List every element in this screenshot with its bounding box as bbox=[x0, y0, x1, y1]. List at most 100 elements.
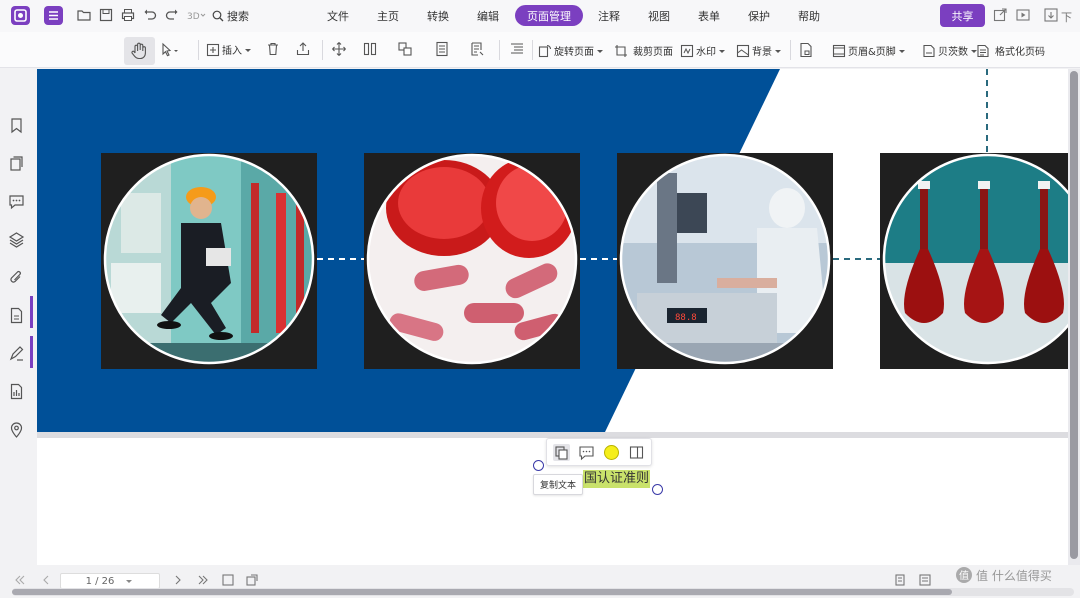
move-page-button[interactable] bbox=[331, 41, 347, 57]
download-label[interactable]: 下 bbox=[1061, 9, 1072, 25]
split-icon bbox=[363, 42, 377, 56]
chevron-down-icon bbox=[245, 48, 251, 52]
chevron-down-icon bbox=[898, 49, 905, 53]
vertical-scrollbar[interactable] bbox=[1068, 69, 1080, 565]
menu-page-manage[interactable]: 页面管理 bbox=[515, 5, 583, 26]
photo-capsules bbox=[364, 153, 580, 369]
next-page-icon[interactable] bbox=[172, 574, 184, 589]
text-box-icon[interactable] bbox=[628, 444, 645, 461]
copy-text-icon[interactable] bbox=[553, 444, 570, 461]
menu-help[interactable]: 帮助 bbox=[798, 8, 820, 24]
horizontal-scrollbar[interactable] bbox=[12, 588, 1074, 596]
chevron-down-icon bbox=[775, 49, 781, 53]
rotate-page-label: 旋转页面 bbox=[554, 47, 594, 58]
background-icon bbox=[736, 44, 750, 57]
format-page-number-button[interactable]: 格式化页码 bbox=[976, 43, 1045, 58]
menu-form[interactable]: 表单 bbox=[698, 8, 720, 24]
insert-button[interactable]: 插入 bbox=[206, 42, 252, 57]
page-info-button[interactable] bbox=[798, 42, 814, 58]
menu-edit[interactable]: 编辑 bbox=[477, 8, 499, 24]
selected-text[interactable]: 国认证准则 bbox=[583, 470, 651, 488]
hamburger-menu-icon[interactable] bbox=[44, 6, 63, 25]
document-icon[interactable] bbox=[8, 307, 25, 324]
photo-worker bbox=[101, 153, 317, 369]
menu-annotate[interactable]: 注释 bbox=[598, 8, 620, 24]
search-box[interactable]: 搜索 bbox=[212, 8, 249, 24]
download-icon[interactable] bbox=[1043, 7, 1059, 23]
sidebar-active-indicator bbox=[30, 336, 33, 368]
selection-end-handle[interactable] bbox=[652, 484, 663, 495]
crop-page-label: 裁剪页面 bbox=[633, 47, 673, 58]
replace-page-button[interactable] bbox=[397, 41, 413, 57]
redo-icon[interactable] bbox=[164, 7, 180, 23]
pages-icon[interactable] bbox=[8, 155, 25, 172]
undo-icon[interactable] bbox=[142, 7, 158, 23]
bates-number-button[interactable]: 贝茨数 bbox=[922, 43, 978, 58]
bates-icon bbox=[923, 44, 935, 57]
attachment-icon[interactable] bbox=[8, 269, 25, 286]
watermark-icon bbox=[680, 44, 694, 57]
chevron-down-icon bbox=[597, 49, 603, 53]
menu-file[interactable]: 文件 bbox=[327, 8, 349, 24]
header-footer-icon bbox=[832, 44, 846, 57]
highlight-color-icon[interactable] bbox=[603, 444, 620, 461]
menu-convert[interactable]: 转换 bbox=[427, 8, 449, 24]
menu-home[interactable]: 主页 bbox=[377, 8, 399, 24]
add-comment-icon[interactable] bbox=[578, 444, 595, 461]
share-button[interactable]: 共享 bbox=[940, 4, 985, 27]
play-icon[interactable] bbox=[1015, 7, 1031, 23]
page-settings-icon bbox=[471, 42, 484, 56]
search-icon bbox=[212, 10, 224, 22]
selection-start-handle[interactable] bbox=[533, 460, 544, 471]
signature-icon[interactable] bbox=[8, 345, 25, 362]
watermark-button[interactable]: 水印 bbox=[680, 43, 726, 58]
save-icon[interactable] bbox=[98, 7, 114, 23]
rotate-page-button[interactable]: 旋转页面 bbox=[538, 43, 604, 58]
vertical-scrollbar-thumb[interactable] bbox=[1070, 71, 1078, 559]
watermark-logo-icon: 值 bbox=[956, 567, 972, 583]
horizontal-scrollbar-thumb[interactable] bbox=[12, 589, 952, 595]
trash-icon bbox=[268, 42, 278, 56]
page-properties-button[interactable] bbox=[469, 41, 485, 57]
extract-page-button[interactable] bbox=[295, 41, 311, 57]
prev-page-icon[interactable] bbox=[40, 574, 52, 589]
watermark-text: 值 什么值得买 bbox=[976, 568, 1052, 583]
svg-text:3D: 3D bbox=[187, 12, 200, 22]
comment-icon[interactable] bbox=[8, 193, 25, 210]
menu-view[interactable]: 视图 bbox=[648, 8, 670, 24]
toolbar-separator bbox=[790, 40, 791, 60]
text-align-button[interactable] bbox=[509, 41, 525, 57]
layers-icon[interactable] bbox=[8, 231, 25, 248]
background-button[interactable]: 背景 bbox=[736, 43, 782, 58]
report-icon[interactable] bbox=[8, 383, 25, 400]
first-page-icon[interactable] bbox=[14, 574, 26, 589]
move-icon bbox=[332, 42, 346, 56]
page-number-input[interactable]: 1 / 26 bbox=[60, 573, 160, 589]
delete-page-button[interactable] bbox=[265, 41, 281, 57]
extract-icon bbox=[296, 42, 310, 56]
replace-icon bbox=[398, 42, 412, 56]
copy-text-tooltip: 复制文本 bbox=[533, 474, 584, 495]
sidebar-active-indicator bbox=[30, 296, 33, 328]
last-page-icon[interactable] bbox=[197, 574, 209, 589]
3d-dropdown-icon[interactable]: 3D bbox=[186, 7, 206, 23]
bookmark-icon[interactable] bbox=[8, 117, 25, 134]
page-icon bbox=[436, 41, 448, 57]
menu-protect[interactable]: 保护 bbox=[748, 8, 770, 24]
location-icon[interactable] bbox=[8, 421, 25, 438]
bates-number-label: 贝茨数 bbox=[938, 47, 968, 58]
split-page-button[interactable] bbox=[362, 41, 378, 57]
page-layout-button[interactable] bbox=[434, 41, 450, 57]
select-tool-button[interactable] bbox=[160, 42, 180, 58]
crop-page-button[interactable]: 裁剪页面 bbox=[614, 43, 673, 58]
external-link-icon[interactable] bbox=[992, 7, 1008, 23]
app-logo-icon[interactable] bbox=[11, 6, 30, 25]
page-number-value: 1 / 26 bbox=[85, 575, 115, 587]
print-icon[interactable] bbox=[120, 7, 136, 23]
header-footer-button[interactable]: 页眉&页脚 bbox=[832, 43, 906, 58]
open-folder-icon[interactable] bbox=[76, 7, 92, 23]
site-watermark: 值 值 什么值得买 bbox=[955, 566, 1052, 584]
svg-text:88.8: 88.8 bbox=[675, 313, 697, 323]
insert-label: 插入 bbox=[222, 46, 242, 57]
hand-tool-button[interactable] bbox=[124, 37, 155, 65]
